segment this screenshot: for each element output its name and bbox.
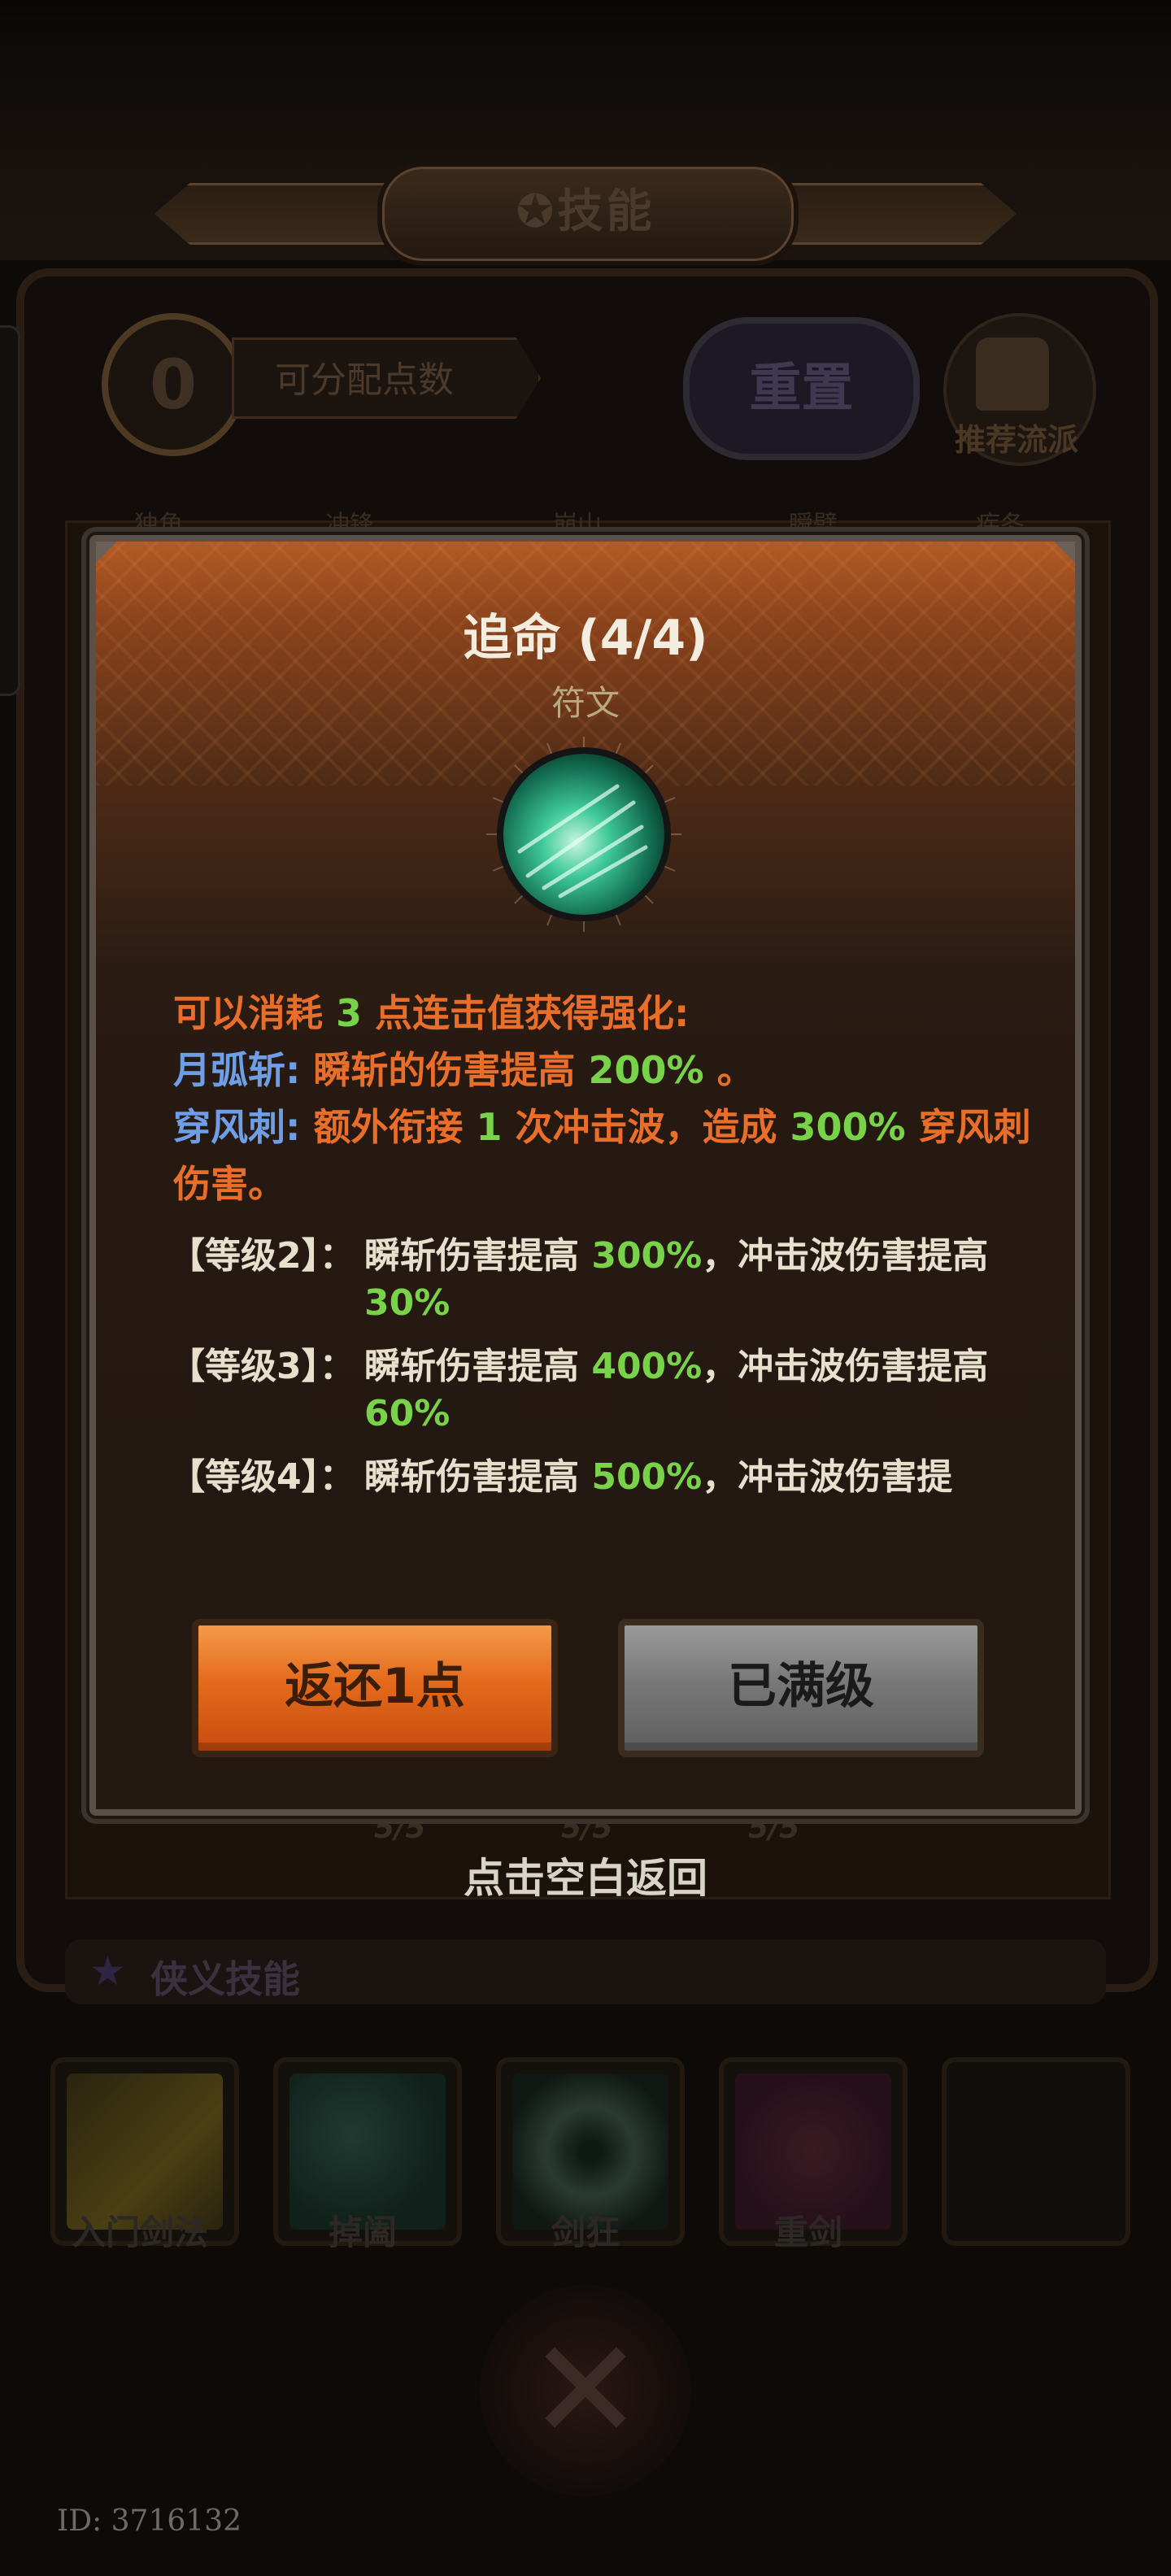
skill-type: 符文 [551,683,620,723]
available-points-value: 0 [102,313,245,456]
skill-level-label: 5/5 [748,1812,800,1845]
available-points-label: 可分配点数 [232,337,541,419]
description-line: 穿风刺: 额外衔接 1 次冲击波，造成 300% 穿风刺伤害。 [173,1105,1031,1206]
tap-blank-to-return[interactable]: 点击空白返回 [342,1846,829,1904]
level-row: 【等级4】： 瞬斩伤害提高 500%，冲击波伤害提 [169,1456,953,1498]
page-title: ✪技能 [516,185,655,238]
title-wing-right [781,183,1016,245]
description-line: 月弧斩: 瞬斩的伤害提高 200% 。 [173,1048,755,1092]
skill-description: 可以消耗 3 点连击值获得强化: 月弧斩: 瞬斩的伤害提高 200% 。 穿风刺… [173,985,1035,1212]
corner-ornament [1054,542,1075,563]
skill-emblem-icon: ✪ [516,185,558,238]
level-list: 【等级2】： 瞬斩伤害提高 300%，冲击波伤害提高 30% 【等级3】： 瞬斩… [169,1233,1047,1517]
max-level-button[interactable]: 已满级 [618,1619,984,1757]
level-row: 【等级2】： 瞬斩伤害提高 300%，冲击波伤害提高 30% [169,1235,989,1324]
refund-point-button[interactable]: 返还1点 [192,1619,558,1757]
crossed-swords-icon: ✕ [527,2310,644,2471]
skill-label: 掉阖 [328,2213,397,2252]
player-id: ID: 3716132 [57,2504,242,2538]
title-wing-left [155,183,390,245]
skill-title: 追命 (4/4) [463,610,708,667]
star-icon: ★ [89,1947,126,1995]
reset-button[interactable]: 重置 [683,317,920,460]
skill-label: 重剑 [773,2213,842,2252]
skill-level-label: 5/5 [561,1812,613,1845]
side-drawer-handle[interactable] [0,325,20,696]
empty-skill-slot [942,2057,1130,2246]
skill-label: 剑狂 [551,2213,620,2252]
skill-detail-dialog: 追命 (4/4) 符文 可以消耗 3 点连击值获得强化: 月弧斩: 瞬斩的伤害提… [89,535,1082,1816]
skill-level-label: 5/5 [374,1812,426,1845]
skill-label: 入门剑法 [71,2213,208,2252]
corner-ornament [96,542,117,563]
wind-slash-icon [497,747,671,921]
level-row: 【等级3】： 瞬斩伤害提高 400%，冲击波伤害提高 60% [169,1346,989,1434]
description-line: 可以消耗 3 点连击值获得强化: [173,991,690,1035]
thumbs-up-icon [976,337,1049,411]
recommend-build-label: 推荐流派 [954,422,1078,458]
section-title: 侠义技能 [150,1957,300,2001]
